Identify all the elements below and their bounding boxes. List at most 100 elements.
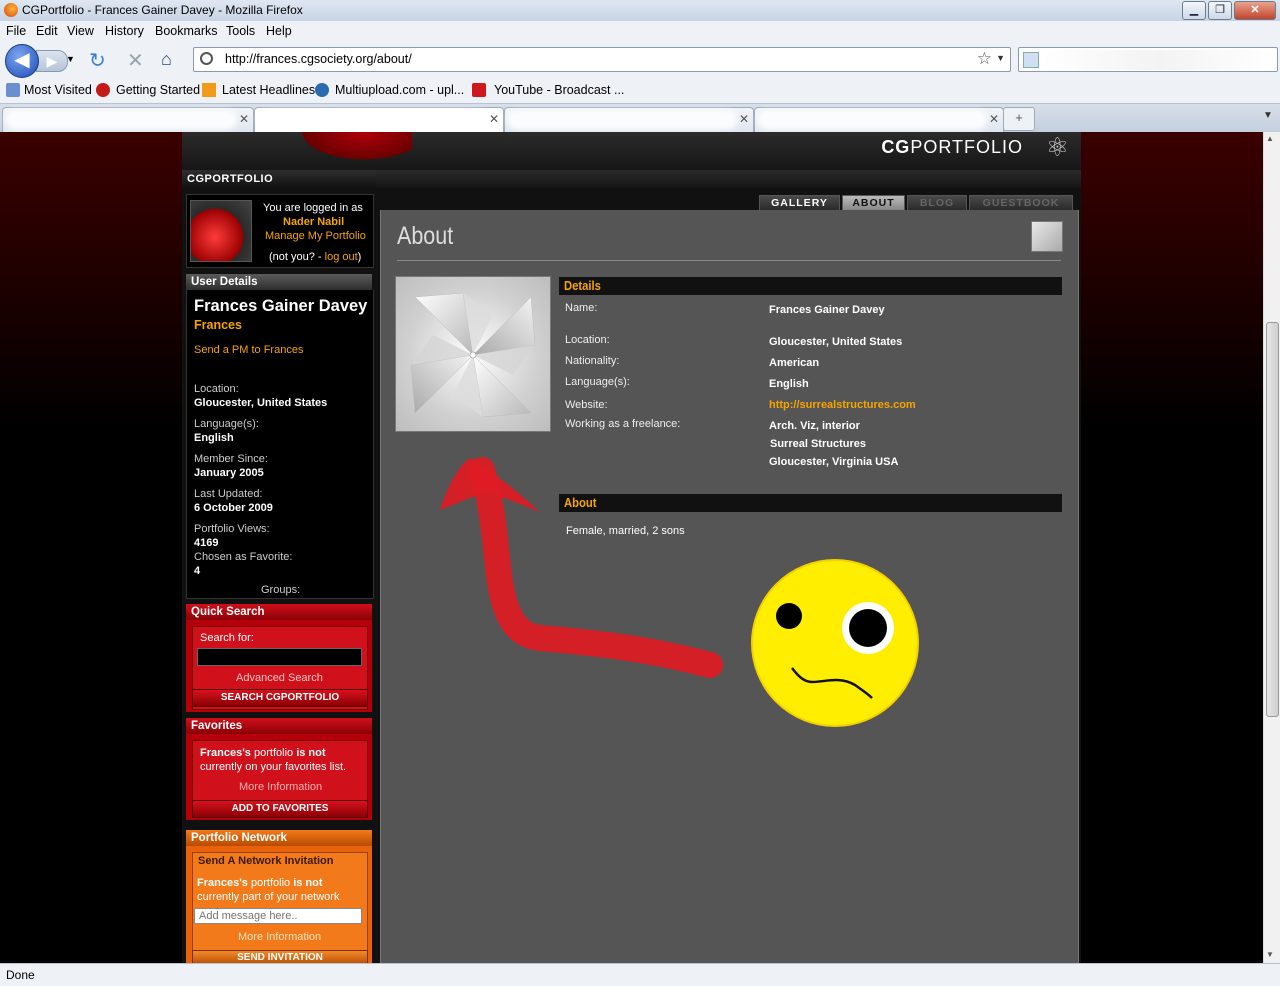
scroll-down-icon[interactable]: ▼ xyxy=(1266,950,1274,959)
chosen-favorite-label: Chosen as Favorite: xyxy=(194,551,293,563)
browser-tab-active[interactable]: ✕ xyxy=(254,107,504,132)
tab-blog[interactable]: BLOG xyxy=(907,195,967,211)
firefox-icon xyxy=(4,3,18,17)
sidebar-header: CGPORTFOLIO xyxy=(182,170,376,188)
tab-gallery[interactable]: GALLERY xyxy=(759,195,840,211)
bookmark-getting-started[interactable]: Getting Started xyxy=(116,83,200,97)
browser-tab[interactable]: ✕ xyxy=(504,107,754,132)
advanced-search-link[interactable]: Advanced Search xyxy=(236,672,323,684)
bookmark-star-icon[interactable]: ☆ xyxy=(977,49,992,69)
tab-close-icon[interactable]: ✕ xyxy=(989,112,999,126)
user-fullname: Frances Gainer Davey xyxy=(194,297,368,315)
bookmark-youtube[interactable]: YouTube - Broadcast ... xyxy=(494,83,624,97)
search-engine-icon[interactable] xyxy=(1023,52,1039,68)
history-dropdown-icon[interactable]: ▼ xyxy=(66,54,75,64)
logged-in-username[interactable]: Nader Nabil xyxy=(283,216,344,228)
home-icon[interactable]: ⌂ xyxy=(161,49,172,70)
tab-guestbook[interactable]: GUESTBOOK xyxy=(969,195,1073,211)
detail-website-link[interactable]: http://surrealstructures.com xyxy=(769,399,916,411)
tab-close-icon[interactable]: ✕ xyxy=(239,112,249,126)
minimize-button[interactable]: ▁ xyxy=(1182,1,1206,20)
bookmark-multiupload[interactable]: Multiupload.com - upl... xyxy=(335,83,464,97)
maximize-button[interactable]: ❐ xyxy=(1208,1,1232,20)
last-updated-label: Last Updated: xyxy=(194,488,263,500)
menu-edit[interactable]: Edit xyxy=(36,24,58,38)
address-bar[interactable]: http://frances.cgsociety.org/about/ ☆ ▼ xyxy=(193,47,1011,72)
add-to-favorites-button[interactable]: ADD TO FAVORITES xyxy=(192,800,368,818)
search-cgportfolio-button[interactable]: SEARCH CGPORTFOLIO xyxy=(192,689,368,707)
network-message-input[interactable] xyxy=(194,908,362,924)
scrollbar-thumb[interactable] xyxy=(1266,322,1279,717)
tab-close-icon[interactable]: ✕ xyxy=(489,112,499,126)
quick-search-header: Quick Search xyxy=(186,604,372,620)
menu-bookmarks[interactable]: Bookmarks xyxy=(155,24,218,38)
detail-location-label: Location: xyxy=(565,334,610,346)
new-tab-button[interactable]: + xyxy=(1003,107,1035,131)
portfolio-thumbnail[interactable] xyxy=(1031,221,1063,252)
address-url[interactable]: http://frances.cgsociety.org/about/ xyxy=(225,52,412,66)
quick-search-input[interactable] xyxy=(197,648,362,666)
content-header-bar xyxy=(376,170,1081,188)
location-value: Gloucester, United States xyxy=(194,397,328,409)
status-text: Done xyxy=(6,968,35,982)
tab-close-icon[interactable]: ✕ xyxy=(739,112,749,126)
search-for-label: Search for: xyxy=(200,632,254,644)
cgportfolio-logo[interactable]: CGPORTFOLIO xyxy=(881,137,1023,158)
user-details-panel: Frances Gainer Davey Frances Send a PM t… xyxy=(186,290,374,599)
menu-view[interactable]: View xyxy=(67,24,94,38)
manage-portfolio-link[interactable]: Manage My Portfolio xyxy=(265,230,366,242)
scroll-up-icon[interactable]: ▲ xyxy=(1266,134,1274,143)
atom-logo-icon: ⚛ xyxy=(1045,132,1069,162)
reload-icon[interactable]: ↻ xyxy=(89,48,106,73)
search-input[interactable] xyxy=(1041,50,1277,70)
back-button[interactable]: ◀ xyxy=(5,44,39,78)
detail-freelance-value: Arch. Viz, interior xyxy=(769,420,860,432)
chosen-favorite-value: 4 xyxy=(194,565,201,577)
browser-tab[interactable]: ✕ xyxy=(2,107,254,132)
user-details-header: User Details xyxy=(186,274,372,290)
site-banner: CGPORTFOLIO ⚛ xyxy=(182,132,1081,170)
menu-history[interactable]: History xyxy=(105,24,144,38)
member-since-label: Member Since: xyxy=(194,453,268,465)
forward-button[interactable]: ▶ xyxy=(36,50,68,72)
menu-tools[interactable]: Tools xyxy=(226,24,255,38)
rss-icon xyxy=(202,83,216,97)
title-divider xyxy=(397,260,1061,261)
site-favicon-icon xyxy=(200,52,213,65)
menu-file[interactable]: File xyxy=(6,24,26,38)
bookmark-latest-headlines[interactable]: Latest Headlines xyxy=(222,83,315,97)
network-more-info-link[interactable]: More Information xyxy=(238,931,321,943)
page-title: About xyxy=(397,222,454,250)
globe-icon xyxy=(315,83,329,97)
browser-tab[interactable]: ✕ xyxy=(754,107,1004,132)
portfolio-views-label: Portfolio Views: xyxy=(194,523,270,535)
location-label: Location: xyxy=(194,383,239,395)
favorites-more-info-link[interactable]: More Information xyxy=(239,781,322,793)
status-bar: Done xyxy=(0,963,1280,986)
user-firstname: Frances xyxy=(194,318,242,332)
logout-link[interactable]: log out xyxy=(325,251,358,263)
stop-icon[interactable]: ✕ xyxy=(127,48,144,73)
send-pm-link[interactable]: Send a PM to Frances xyxy=(194,344,303,356)
url-dropdown-icon[interactable]: ▼ xyxy=(996,53,1005,63)
user-avatar[interactable] xyxy=(190,200,252,262)
close-window-button[interactable]: ✕ xyxy=(1234,1,1276,20)
search-bar[interactable] xyxy=(1018,47,1278,72)
profile-image[interactable] xyxy=(395,276,551,432)
menu-help[interactable]: Help xyxy=(266,24,292,38)
groups-label: Groups: xyxy=(261,584,301,596)
languages-label: Language(s): xyxy=(194,418,259,430)
member-since-value: January 2005 xyxy=(194,467,264,479)
tab-about[interactable]: ABOUT xyxy=(842,195,905,211)
detail-languages-value: English xyxy=(769,378,809,390)
sidebar-title: CGPORTFOLIO xyxy=(187,173,274,185)
window-titlebar: CGPortfolio - Frances Gainer Davey - Moz… xyxy=(0,0,1280,21)
favorites-header: Favorites xyxy=(186,718,372,734)
bookmark-most-visited[interactable]: Most Visited xyxy=(24,83,92,97)
details-header: Details xyxy=(559,277,1062,295)
tab-list-icon[interactable]: ▼ xyxy=(1263,110,1273,121)
detail-nationality-value: American xyxy=(769,357,820,369)
portfolio-network-header: Portfolio Network xyxy=(186,830,372,846)
firefox-bookmark-icon xyxy=(96,83,110,97)
portfolio-views-value: 4169 xyxy=(194,537,219,549)
